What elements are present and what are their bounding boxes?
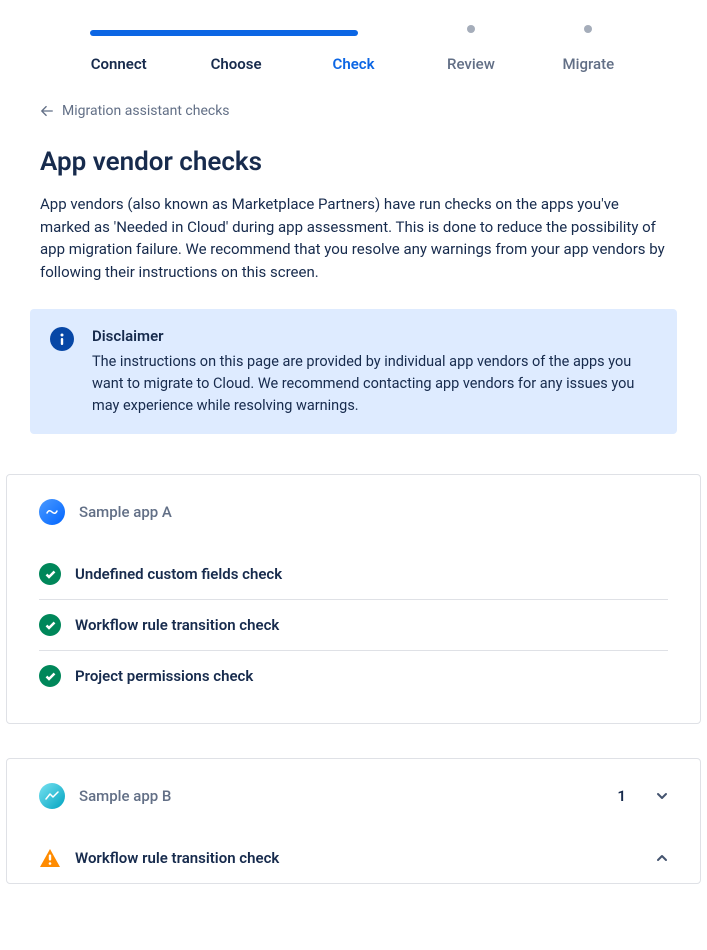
check-row[interactable]: Workflow rule transition check — [39, 600, 668, 651]
app-header[interactable]: Sample app A — [39, 499, 668, 525]
check-title: Project permissions check — [75, 667, 668, 685]
back-link[interactable]: Migration assistant checks — [40, 103, 667, 119]
check-success-icon — [39, 563, 61, 585]
step-check[interactable]: Check — [295, 25, 412, 73]
check-row[interactable]: Workflow rule transition check — [39, 833, 668, 883]
check-row[interactable]: Project permissions check — [39, 651, 668, 701]
chevron-up-icon — [656, 852, 668, 864]
app-icon — [39, 499, 65, 525]
disclaimer-title: Disclaimer — [92, 327, 657, 345]
app-name: Sample app A — [79, 503, 668, 521]
app-name: Sample app B — [79, 787, 603, 805]
app-card: Sample app B 1 Workflow rule transition … — [6, 758, 701, 884]
check-title: Workflow rule transition check — [75, 616, 668, 634]
page-title: App vendor checks — [40, 147, 667, 177]
app-header[interactable]: Sample app B 1 — [39, 783, 668, 809]
app-card: Sample app A Undefined custom fields che… — [6, 474, 701, 724]
disclaimer-body: The instructions on this page are provid… — [92, 351, 657, 416]
info-icon — [50, 327, 74, 351]
step-review: Review — [412, 25, 529, 73]
disclaimer-panel: Disclaimer The instructions on this page… — [30, 309, 677, 434]
back-link-text: Migration assistant checks — [62, 103, 230, 119]
step-label: Choose — [211, 55, 262, 73]
chevron-down-icon — [656, 790, 668, 802]
wizard-stepper: Connect Choose Check Review Migrate — [0, 0, 707, 73]
step-label: Check — [333, 55, 375, 73]
step-label: Connect — [91, 55, 147, 73]
arrow-left-icon — [40, 104, 54, 118]
step-label: Migrate — [563, 55, 615, 73]
step-dot-icon — [584, 25, 592, 33]
step-migrate: Migrate — [530, 25, 647, 73]
check-success-icon — [39, 614, 61, 636]
app-icon — [39, 783, 65, 809]
warning-count: 1 — [617, 787, 626, 805]
check-title: Workflow rule transition check — [75, 849, 642, 867]
check-success-icon — [39, 665, 61, 687]
step-choose[interactable]: Choose — [177, 25, 294, 73]
step-dot-icon — [467, 25, 475, 33]
intro-paragraph: App vendors (also known as Marketplace P… — [40, 193, 667, 283]
warning-icon — [39, 847, 61, 869]
check-row[interactable]: Undefined custom fields check — [39, 549, 668, 600]
check-title: Undefined custom fields check — [75, 565, 668, 583]
step-label: Review — [447, 55, 495, 73]
step-connect[interactable]: Connect — [60, 25, 177, 73]
